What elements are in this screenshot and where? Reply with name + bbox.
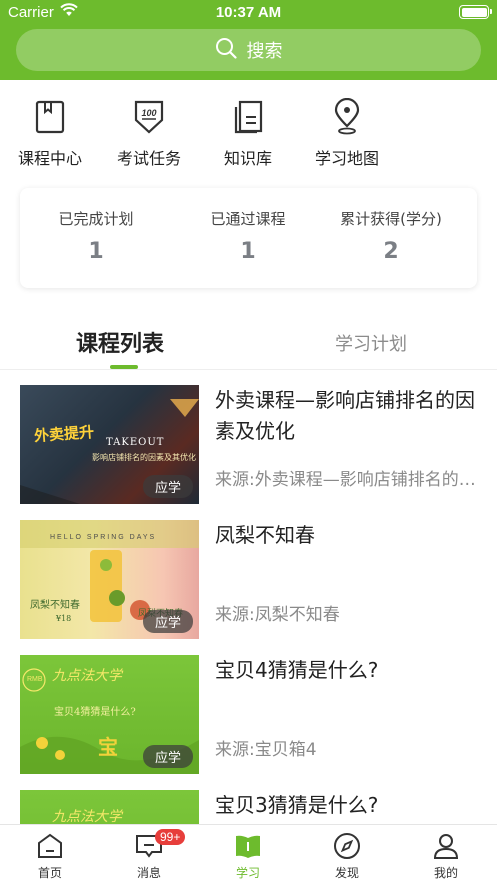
tab-label: 消息 (136, 866, 161, 880)
course-thumbnail: 外卖提升 TAKEOUT 影响店铺排名的因素及其优化 应学 (20, 385, 199, 504)
compass-icon (332, 831, 362, 861)
course-source: 来源:宝贝箱4 (215, 740, 317, 760)
thumbnail-text: HELLO SPRING DAYS (50, 534, 157, 541)
required-badge: 应学 (142, 475, 193, 498)
bookmark-book-icon (33, 98, 67, 136)
stat-value: 2 (383, 239, 399, 264)
list-item[interactable]: 九点法大学 宝贝3猜猜是什么? (20, 790, 480, 824)
thumbnail-text: 外卖提升 (33, 422, 95, 446)
stat-label: 已通过课程 (210, 210, 286, 228)
status-bar: Carrier 10:37 AM (0, 0, 497, 26)
course-thumbnail: 九点法大学 (20, 790, 199, 824)
home-icon (35, 831, 65, 861)
thumbnail-text: 九点法大学 (52, 668, 122, 684)
active-tab-indicator (110, 365, 138, 369)
search-label: 搜索 (246, 41, 283, 62)
list-item[interactable]: 外卖提升 TAKEOUT 影响店铺排名的因素及其优化 应学 外卖课程—影响店铺排… (20, 385, 480, 505)
tab-label: 我的 (433, 866, 458, 880)
quick-link-label: 考试任务 (116, 149, 181, 168)
course-source: 来源:外卖课程—影响店铺排名的因素及优化 (215, 470, 480, 490)
knowledge-book-icon (231, 98, 265, 136)
study-book-icon (233, 831, 263, 861)
search-bar[interactable]: 搜索 (16, 29, 481, 71)
quick-link-course-center[interactable]: 课程中心 (10, 98, 90, 169)
exam-100-icon: 100 (132, 98, 166, 136)
tab-label: 学习 (235, 866, 260, 880)
quick-link-knowledge-base[interactable]: 知识库 (208, 98, 288, 169)
quick-link-label: 课程中心 (17, 149, 82, 168)
stats-card: 已完成计划 1 已通过课程 1 累计获得(学分) 2 (20, 188, 477, 288)
list-item[interactable]: HELLO SPRING DAYS 凤梨不知春 凤梨不知春 ¥18 应学 凤梨不… (20, 520, 480, 640)
quick-link-label: 知识库 (223, 149, 272, 168)
app-header: Carrier 10:37 AM 搜索 (0, 0, 497, 80)
tab-messages[interactable]: 99+ 消息 (109, 829, 189, 881)
tab-label: 发现 (334, 866, 359, 880)
quick-link-exam-tasks[interactable]: 100 考试任务 (109, 98, 189, 169)
thumbnail-text: 凤梨不知春 (30, 600, 80, 611)
course-title: 凤梨不知春 (215, 523, 315, 547)
thumbnail-text: 宝贝4猜猜是什么? (54, 707, 136, 718)
course-tabs: 课程列表 学习计划 (0, 322, 497, 370)
tab-home[interactable]: 首页 (10, 831, 90, 881)
required-badge: 应学 (142, 610, 193, 633)
course-thumbnail: HELLO SPRING DAYS 凤梨不知春 凤梨不知春 ¥18 应学 (20, 520, 199, 639)
stat-value: 1 (240, 239, 256, 264)
bottom-tab-bar: 首页 99+ 消息 学习 发现 我的 (0, 824, 497, 883)
quick-links: 课程中心 100 考试任务 知识库 学习地图 (0, 97, 497, 170)
thumbnail-text: TAKEOUT (106, 437, 165, 448)
course-title: 外卖课程—影响店铺排名的因素及优化 (215, 388, 475, 443)
required-badge: 应学 (142, 745, 193, 768)
stat-passed-courses[interactable]: 已通过课程 1 (172, 208, 324, 264)
thumbnail-text: 九点法大学 (52, 809, 122, 824)
thumbnail-text: ¥18 (56, 614, 72, 623)
quick-link-label: 学习地图 (314, 149, 379, 168)
tab-discover[interactable]: 发现 (307, 831, 387, 881)
list-item[interactable]: RMB 九点法大学 宝贝4猜猜是什么? 宝 应学 宝贝4猜猜是什么? 来源:宝贝… (20, 655, 480, 775)
stat-label: 累计获得(学分) (340, 210, 442, 228)
unread-badge: 99+ (155, 829, 186, 845)
tab-label: 首页 (37, 866, 62, 880)
tab-course-list[interactable]: 课程列表 (76, 326, 164, 358)
tab-study-plan[interactable]: 学习计划 (335, 330, 407, 356)
stat-total-credits[interactable]: 累计获得(学分) 2 (316, 208, 466, 264)
thumbnail-text: 宝 (98, 735, 118, 759)
tab-me[interactable]: 我的 (406, 831, 486, 881)
stat-value: 1 (88, 239, 104, 264)
stat-label: 已完成计划 (58, 210, 134, 228)
quick-link-learning-map[interactable]: 学习地图 (307, 97, 387, 169)
clock: 10:37 AM (215, 4, 282, 21)
course-thumbnail: RMB 九点法大学 宝贝4猜猜是什么? 宝 应学 (20, 655, 199, 774)
map-pin-icon (330, 97, 364, 136)
thumbnail-text: 影响店铺排名的因素及其优化 (92, 453, 196, 462)
battery-icon (459, 5, 492, 19)
course-title: 宝贝4猜猜是什么? (215, 658, 379, 682)
thumbnail-text: RMB (27, 676, 43, 683)
search-icon (215, 37, 237, 64)
tab-study[interactable]: 学习 (208, 831, 288, 881)
svg-text:100: 100 (141, 108, 156, 118)
course-title: 宝贝3猜猜是什么? (215, 793, 379, 817)
course-source: 来源:凤梨不知春 (215, 605, 340, 625)
stat-completed-plans[interactable]: 已完成计划 1 (20, 208, 172, 264)
person-icon (431, 831, 461, 861)
